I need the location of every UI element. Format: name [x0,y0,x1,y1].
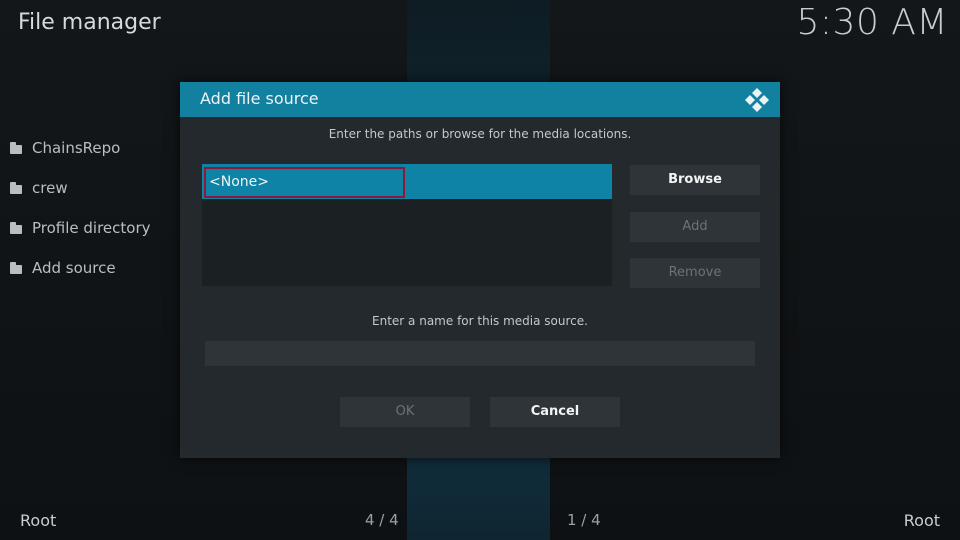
folder-icon [10,141,22,154]
folder-icon [10,261,22,274]
browse-button[interactable]: Browse [630,165,760,195]
paths-instruction: Enter the paths or browse for the media … [328,127,632,141]
source-item-profile-directory[interactable]: Profile directory [10,208,180,248]
footer-root-left: Root [20,511,57,530]
folder-icon [10,181,22,194]
footer-page-count-right: 1 / 4 [567,511,601,529]
media-source-name-input[interactable] [205,341,755,366]
ok-button[interactable]: OK [340,397,470,427]
dialog-header: Add file source [180,82,780,117]
kodi-screen: File manager 5:30 AM ChainsRepo crew Pro… [0,0,960,540]
add-button[interactable]: Add [630,212,760,242]
kodi-logo-icon [745,88,769,112]
source-list: ChainsRepo crew Profile directory Add so… [10,128,180,288]
paths-list: <None> [202,164,612,286]
folder-icon [10,221,22,234]
dialog-title: Add file source [200,89,319,108]
footer-page-count-left: 4 / 4 [365,511,399,529]
remove-button[interactable]: Remove [630,258,760,288]
source-item-label: crew [32,179,68,197]
source-item-crew[interactable]: crew [10,168,180,208]
add-file-source-dialog: Add file source Enter the paths or brows… [180,82,780,458]
footer-root-right: Root [903,511,940,530]
clock: 5:30 AM [796,2,948,43]
cancel-button[interactable]: Cancel [490,397,620,427]
page-title: File manager [18,10,161,35]
path-value[interactable]: <None> [204,167,405,198]
source-item-label: ChainsRepo [32,139,121,157]
source-item-label: Add source [32,259,116,277]
path-row-selected[interactable]: <None> [202,164,612,199]
source-item-chainsrepo[interactable]: ChainsRepo [10,128,180,168]
name-instruction: Enter a name for this media source. [372,314,588,328]
source-item-add-source[interactable]: Add source [10,248,180,288]
source-item-label: Profile directory [32,219,151,237]
footer-bar: Root 4 / 4 1 / 4 Root [0,500,960,540]
